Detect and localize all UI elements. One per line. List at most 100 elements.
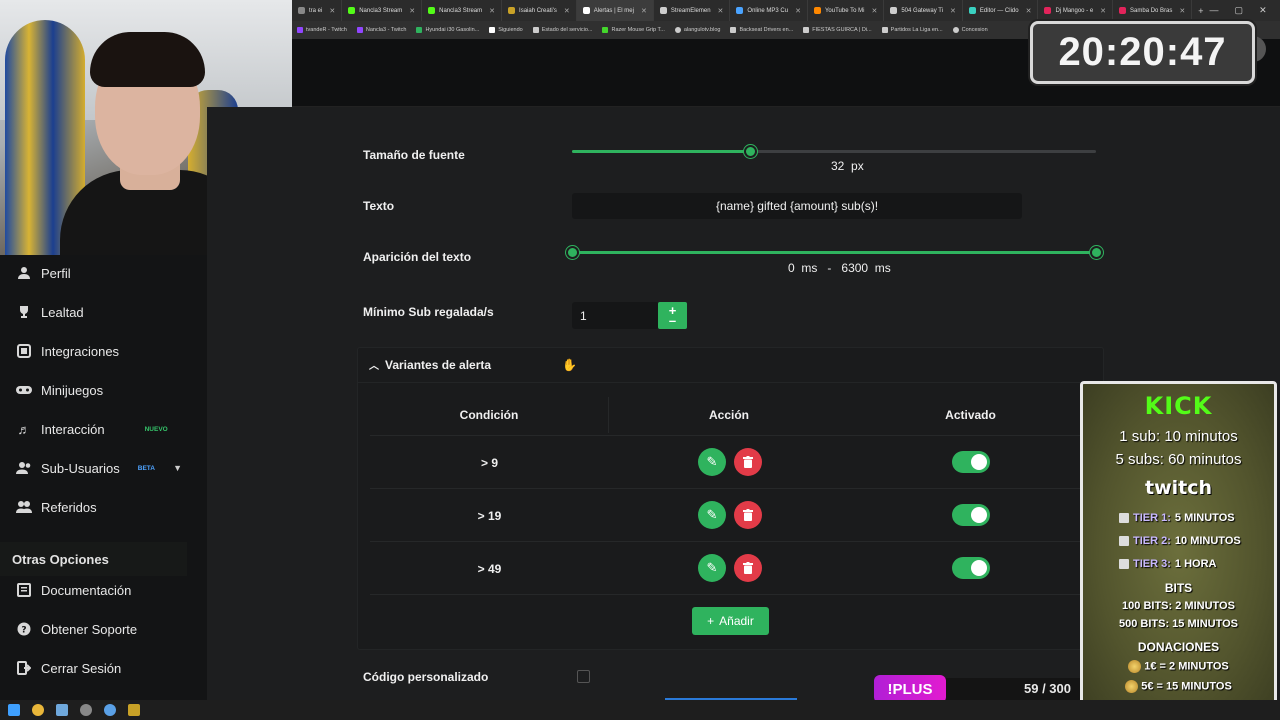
browser-tab[interactable]: Dj Mangoo - e ✕ [1038,0,1114,21]
appearance-end-handle[interactable] [1090,246,1103,259]
sidebar-item-perfil[interactable]: Perfil [0,255,190,291]
close-tab-icon[interactable]: ✕ [409,7,415,15]
trophy-icon [16,304,32,320]
browser-tab[interactable]: tra ei ✕ [292,0,343,21]
maximize-icon[interactable]: ▢ [1235,5,1244,16]
browser-tab[interactable]: 504 Gateway Ti ✕ [884,0,963,21]
sidebar-item-referidos[interactable]: Referidos [0,489,190,525]
alert-text-input[interactable]: {name} gifted {amount} sub(s)! [572,193,1022,219]
obs-icon[interactable] [80,704,92,716]
font-size-slider-handle[interactable] [744,145,757,158]
browser-tab[interactable]: Nancla3 Stream ✕ [422,0,503,21]
app-icon[interactable] [128,704,140,716]
close-tab-icon[interactable]: ✕ [564,7,570,15]
sidebar-item-lealtad[interactable]: Lealtad [0,294,190,330]
bookmark[interactable]: Backseat Drivers en... [725,27,798,33]
close-tab-icon[interactable]: ✕ [718,7,724,15]
pencil-icon: ✎ [706,560,718,575]
min-subs-input[interactable]: 1 [572,302,659,329]
sidebar-item-interaccion[interactable]: ♬ Interacción NUEVO [0,411,190,447]
close-tab-icon[interactable]: ✕ [489,7,495,15]
close-tab-icon[interactable]: ✕ [795,7,801,15]
tab-favicon-icon [508,7,516,14]
bookmark[interactable]: Razer Mouse Grip T... [597,27,669,33]
delete-button[interactable] [734,448,762,476]
tab-favicon-icon [1119,7,1127,14]
bookmark[interactable]: FIESTAS GUIRCA | Di... [798,27,876,33]
close-tab-icon[interactable]: ✕ [1026,7,1032,15]
browser-tab[interactable]: Samba Do Bras ✕ [1113,0,1193,21]
enabled-toggle[interactable] [952,557,990,579]
bookmark[interactable]: Siguiendo [484,27,527,33]
bits-rule: 100 BITS: 2 MINUTOS [1122,600,1235,612]
bookmark[interactable]: Nancla3 - Twitch [352,27,412,33]
windows-start-icon[interactable] [8,704,20,716]
bookmark[interactable]: alangulotv.blog [670,27,726,33]
bookmark-icon [881,27,888,33]
subathon-overlay: KICK 1 sub: 10 minutos 5 subs: 60 minuto… [1080,381,1277,717]
bookmark[interactable]: Estado del servicio... [528,27,598,33]
delete-button[interactable] [734,554,762,582]
coin-icon [1128,660,1142,673]
sidebar-item-soporte[interactable]: ? Obtener Soporte [0,611,190,647]
user-icon [16,265,32,281]
window-controls: — ▢ ✕ [1210,5,1280,16]
bookmark[interactable]: Hyundai i30 Gasolin... [411,27,484,33]
close-tab-icon[interactable]: ✕ [871,7,877,15]
sidebar-item-documentacion[interactable]: Documentación [0,572,190,608]
trash-icon [743,456,753,468]
app-icon[interactable] [104,704,116,716]
close-window-icon[interactable]: ✕ [1259,5,1267,16]
bookmark-icon [730,27,737,33]
edit-button[interactable]: ✎ [698,448,726,476]
sidebar-item-integraciones[interactable]: Integraciones [0,333,190,369]
appearance-label: Aparición del texto [363,250,472,264]
decrement-icon[interactable]: – [669,314,676,327]
add-variant-button[interactable]: + Añadir [692,607,769,635]
twitch-logo: twitch [1144,477,1213,499]
razer-icon [602,27,609,33]
sidebar-item-cerrar-sesion[interactable]: Cerrar Sesión [0,650,190,686]
browser-tab[interactable]: Editor — Clido ✕ [963,0,1039,21]
twitch-icon [1119,536,1129,546]
edit-button[interactable]: ✎ [698,554,726,582]
custom-code-checkbox[interactable] [577,670,590,683]
new-tab-icon[interactable]: + [1192,6,1209,16]
delete-button[interactable] [734,501,762,529]
globe-icon [674,27,681,33]
chevron-down-icon[interactable]: ▼ [173,463,182,473]
browser-tab-active[interactable]: Alertas | El mej ✕ [576,0,654,21]
table-row: > 49 ✎ [370,541,1080,594]
steam-icon[interactable] [56,704,68,716]
sidebar-item-minijuegos[interactable]: Minijuegos [0,372,190,408]
browser-tab[interactable]: Nancla3 Stream ✕ [342,0,423,21]
bookmark[interactable]: tvandeR - Twitch [292,27,352,33]
close-tab-icon[interactable]: ✕ [950,7,956,15]
variants-panel-header[interactable]: ︿ Variantes de alerta [357,347,1104,383]
sidebar-item-sub-usuarios[interactable]: Sub-Usuarios BETA ▼ [0,450,190,486]
minimize-icon[interactable]: — [1210,5,1219,16]
logout-icon [16,660,32,676]
enabled-toggle[interactable] [952,504,990,526]
browser-tab[interactable]: Isaiah Creati's ✕ [502,0,577,21]
close-tab-icon[interactable]: ✕ [1179,7,1185,15]
close-tab-icon[interactable]: ✕ [1100,7,1106,15]
browser-tab[interactable]: Online MP3 Cu ✕ [730,0,808,21]
browser-tab[interactable]: StreamElemen ✕ [654,0,731,21]
appearance-start-handle[interactable] [566,246,579,259]
kick-favicon-icon [428,7,436,14]
chrome-icon[interactable] [32,704,44,716]
condition-cell: > 19 [477,508,502,523]
integrations-icon [16,343,32,359]
bookmark[interactable]: Partidos La Liga en... [877,27,948,33]
edit-button[interactable]: ✎ [698,501,726,529]
os-taskbar [0,700,1280,720]
font-size-slider-fill [572,150,750,153]
close-tab-icon[interactable]: ✕ [329,7,335,15]
browser-tab[interactable]: YouTube To Mi ✕ [808,0,885,21]
enabled-toggle[interactable] [952,451,990,473]
bookmark[interactable]: Concesion [948,27,993,33]
quantity-stepper[interactable]: + – [658,302,687,329]
kick-favicon-icon [348,7,356,14]
close-tab-icon[interactable]: ✕ [641,7,647,15]
